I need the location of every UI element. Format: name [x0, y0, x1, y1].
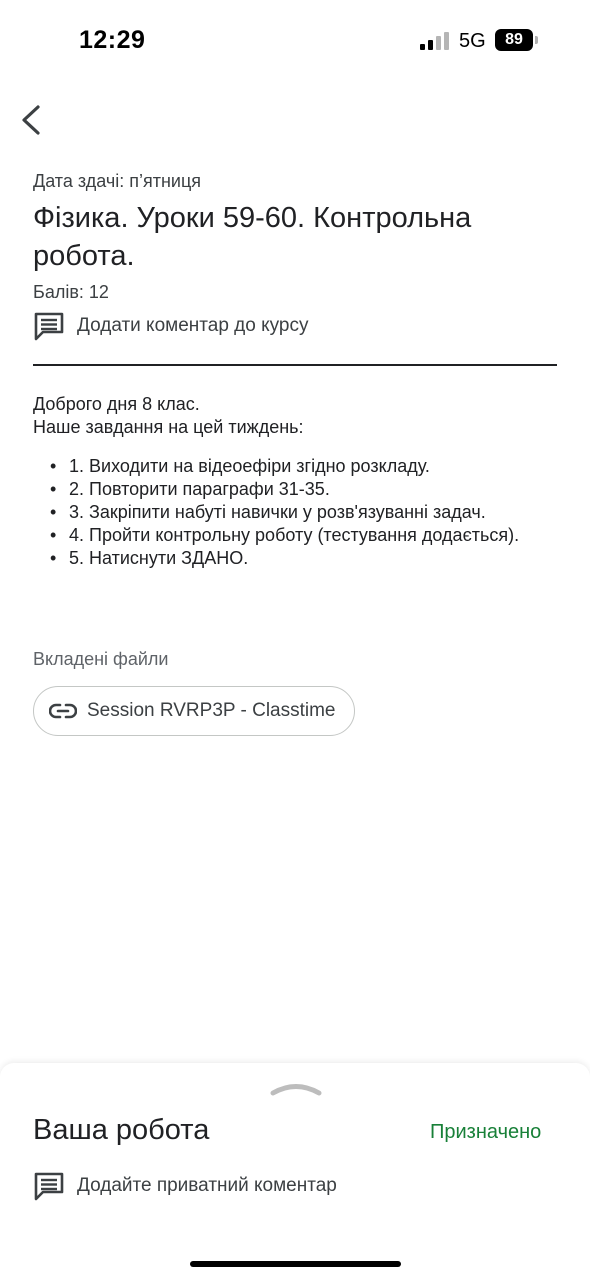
list-item: 3. Закріпити набуті навички у розв'язува…	[33, 501, 563, 524]
add-class-comment-button[interactable]: Додати коментар до курсу	[33, 311, 309, 341]
assignment-screen: 12:29 5G 89 Дата здачі: п’ятниця Фізика.…	[0, 0, 590, 1280]
list-item: 4. Пройти контрольну роботу (тестування …	[33, 524, 563, 547]
add-private-comment-button[interactable]: Додайте приватний коментар	[33, 1171, 337, 1201]
chevron-up-icon	[270, 1084, 322, 1096]
assignment-title: Фізика. Уроки 59-60. Контрольна робота.	[33, 202, 472, 272]
link-icon	[49, 703, 77, 719]
sheet-handle[interactable]	[270, 1080, 322, 1096]
attachments-header: Вкладені файли	[33, 649, 169, 669]
battery-icon: 89	[495, 29, 533, 51]
status-badge: Призначено	[430, 1121, 542, 1143]
chevron-left-icon	[22, 105, 40, 135]
attachment-label: Session RVRP3P - Classtime	[87, 700, 336, 721]
due-date: Дата здачі: п’ятниця	[33, 171, 202, 191]
divider	[33, 364, 557, 366]
greeting-text: Доброго дня 8 клас.	[33, 394, 200, 414]
list-item: 5. Натиснути ЗДАНО.	[33, 547, 563, 570]
class-comment-label: Додати коментар до курсу	[77, 315, 309, 336]
intro-text: Наше завдання на цей тиждень:	[33, 417, 304, 437]
your-work-title: Ваша робота	[33, 1114, 210, 1146]
task-list: 1. Виходити на відеоефіри згідно розклад…	[33, 455, 563, 570]
status-bar: 12:29 5G 89	[0, 0, 590, 80]
list-item: 2. Повторити параграфи 31-35.	[33, 478, 563, 501]
list-item: 1. Виходити на відеоефіри згідно розклад…	[33, 455, 563, 478]
battery-tip	[535, 36, 538, 44]
back-button[interactable]	[16, 100, 52, 140]
comment-icon	[34, 312, 64, 341]
signal-icon	[420, 32, 450, 50]
attachment-chip[interactable]: Session RVRP3P - Classtime	[33, 686, 355, 736]
private-comment-label: Додайте приватний коментар	[77, 1175, 337, 1196]
network-type: 5G	[459, 30, 486, 52]
home-indicator[interactable]	[190, 1261, 401, 1267]
points: Балів: 12	[33, 282, 109, 302]
assignment-description: Доброго дня 8 клас. Наше завдання на цей…	[33, 393, 563, 439]
comment-icon	[34, 1172, 64, 1201]
status-time: 12:29	[79, 26, 146, 54]
